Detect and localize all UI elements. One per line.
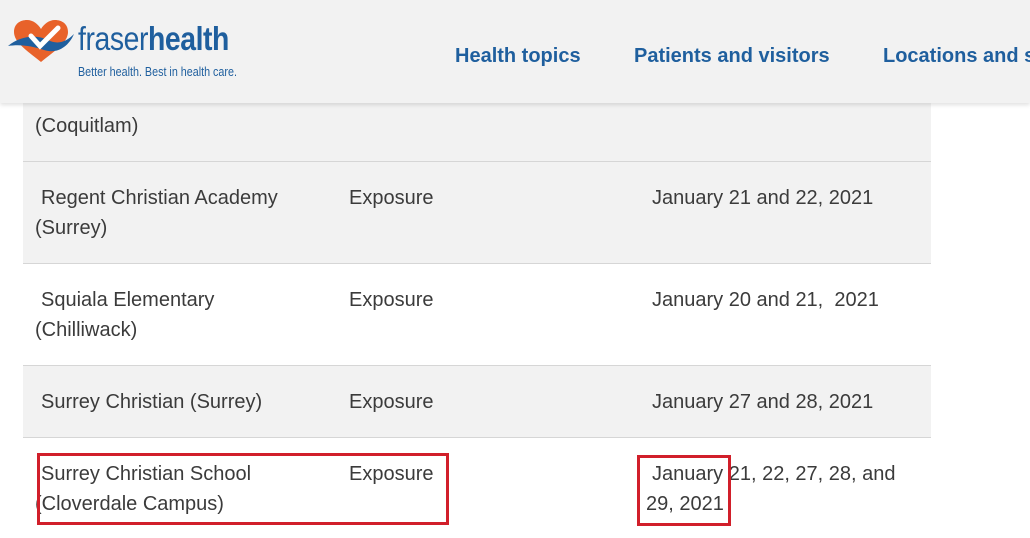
logo-wordmark: fraserhealth bbox=[78, 20, 229, 57]
dates-cell: January 21 and 22, 2021 bbox=[652, 187, 874, 209]
type-cell: Exposure bbox=[349, 391, 434, 413]
fraserhealth-logo[interactable]: fraserhealth Better health. Best in heal… bbox=[6, 18, 246, 88]
logo-tagline: Better health. Best in health care. bbox=[78, 65, 237, 79]
table-row: Squiala Elementary (Chilliwack) Exposure… bbox=[23, 264, 931, 366]
table-row: Surrey Christian (Surrey) Exposure Janua… bbox=[23, 366, 931, 438]
dates-cell: January 20 and 21, 2021 bbox=[652, 289, 879, 311]
highlight-box-dates bbox=[637, 455, 731, 526]
nav-locations-and-services[interactable]: Locations and s bbox=[883, 45, 1030, 68]
nav-health-topics[interactable]: Health topics bbox=[455, 45, 581, 68]
dates-cell: January 27 and 28, 2021 bbox=[652, 391, 874, 413]
type-cell: Exposure bbox=[349, 187, 434, 209]
type-cell: Exposure bbox=[349, 289, 434, 311]
heart-logo-icon bbox=[8, 20, 74, 62]
table-row: Regent Christian Academy (Surrey) Exposu… bbox=[23, 162, 931, 264]
school-name-cell: Surrey Christian (Surrey) bbox=[41, 391, 263, 413]
school-name-cell: Regent Christian Academy (Surrey) bbox=[35, 187, 278, 239]
school-name-cell: (Coquitlam) bbox=[35, 115, 139, 137]
highlight-box-school bbox=[37, 453, 449, 525]
school-name-cell: Squiala Elementary (Chilliwack) bbox=[35, 289, 215, 341]
site-header: fraserhealth Better health. Best in heal… bbox=[0, 0, 1030, 103]
nav-patients-and-visitors[interactable]: Patients and visitors bbox=[634, 45, 830, 68]
